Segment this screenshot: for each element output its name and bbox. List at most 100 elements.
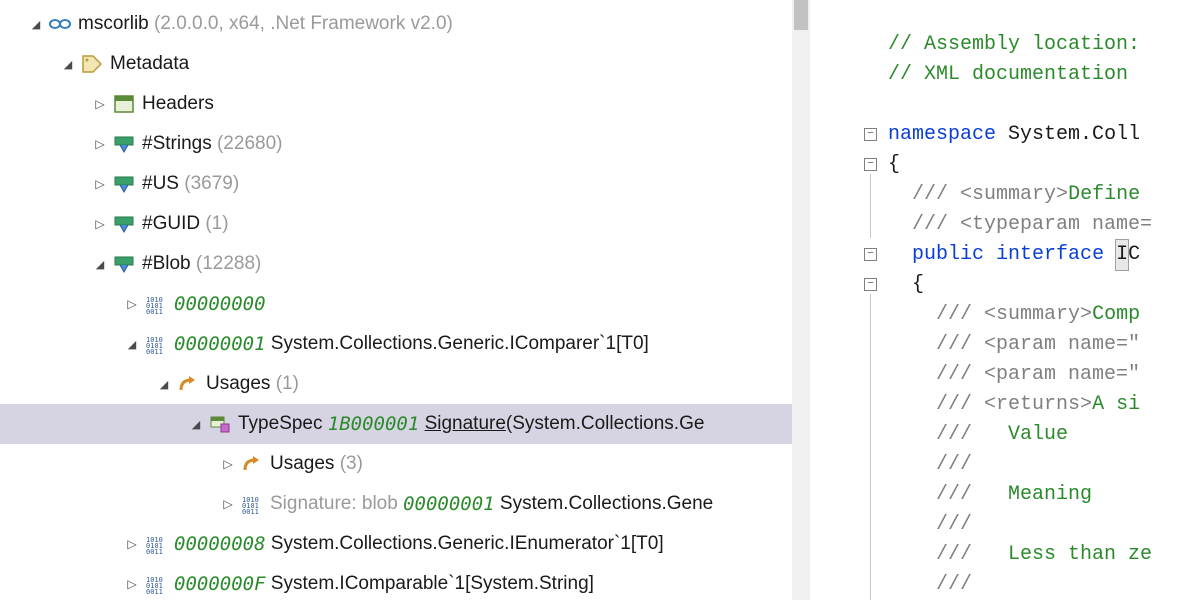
- fold-toggle-icon[interactable]: −: [864, 158, 877, 171]
- blob-address: 00000000: [174, 293, 266, 315]
- xml-doc-text: Define: [1068, 183, 1140, 206]
- code-brace: {: [888, 153, 900, 176]
- expand-arrow-icon[interactable]: [220, 457, 236, 471]
- expand-arrow-icon[interactable]: [156, 377, 172, 391]
- expand-arrow-icon[interactable]: [28, 17, 44, 31]
- xml-doc: ///: [936, 363, 984, 386]
- expand-arrow-icon[interactable]: [92, 97, 108, 111]
- usages-icon: [240, 453, 264, 475]
- xml-doc-tag: <param name=": [984, 363, 1140, 386]
- code-cursor: I: [1116, 240, 1128, 270]
- tree-row-signature-blob[interactable]: 101001010011 Signature: blob 00000001 Sy…: [0, 484, 810, 524]
- code-comment: // Assembly location:: [888, 33, 1140, 56]
- code-namespace: System.Coll: [1008, 123, 1140, 146]
- expand-arrow-icon[interactable]: [92, 217, 108, 231]
- code-keyword: interface: [996, 243, 1104, 266]
- strings-label: #Strings: [142, 133, 212, 155]
- xml-doc: ///: [936, 333, 984, 356]
- xml-doc-tag: <summary>: [984, 303, 1092, 326]
- typespec-signature-link[interactable]: Signature: [425, 413, 506, 435]
- stream-icon: [112, 213, 136, 235]
- headers-label: Headers: [142, 93, 214, 115]
- code-editor[interactable]: − − − − // Assembly location: // XML doc…: [860, 0, 1200, 600]
- expand-arrow-icon[interactable]: [124, 577, 140, 591]
- xml-doc: ///: [936, 453, 972, 476]
- stream-icon: [112, 253, 136, 275]
- tree-row-headers[interactable]: Headers: [0, 84, 810, 124]
- typespec-prefix: TypeSpec: [238, 413, 323, 435]
- binary-icon: 101001010011: [144, 293, 168, 315]
- expand-arrow-icon[interactable]: [220, 497, 236, 511]
- expand-arrow-icon[interactable]: [60, 57, 76, 71]
- fold-toggle-icon[interactable]: −: [864, 128, 877, 141]
- tree-row-guid[interactable]: #GUID (1): [0, 204, 810, 244]
- signature-prefix: Signature: blob: [270, 493, 398, 515]
- strings-count: (22680): [217, 133, 283, 155]
- tree-row-metadata[interactable]: Metadata: [0, 44, 810, 84]
- stream-icon: [112, 173, 136, 195]
- blob-address: 0000000F: [174, 573, 266, 595]
- header-icon: [112, 93, 136, 115]
- usages-count: (1): [276, 373, 299, 395]
- svg-text:0011: 0011: [146, 348, 163, 354]
- xml-doc-text: Value: [1008, 423, 1068, 446]
- binary-icon: 101001010011: [144, 533, 168, 555]
- blob-address: 00000008: [174, 533, 266, 555]
- binary-icon: 101001010011: [144, 573, 168, 595]
- tree-row-blob-item[interactable]: 101001010011 00000008 System.Collections…: [0, 524, 810, 564]
- stream-icon: [112, 133, 136, 155]
- usages-label: Usages: [206, 373, 270, 395]
- fold-toggle-icon[interactable]: −: [864, 278, 877, 291]
- expand-arrow-icon[interactable]: [92, 257, 108, 271]
- tree-row-typespec[interactable]: TypeSpec 1B000001 Signature (System.Coll…: [0, 404, 810, 444]
- expand-arrow-icon[interactable]: [92, 177, 108, 191]
- tree-row-usages[interactable]: Usages (3): [0, 444, 810, 484]
- expand-arrow-icon[interactable]: [188, 417, 204, 431]
- tree-row-blob[interactable]: #Blob (12288): [0, 244, 810, 284]
- pane-divider[interactable]: [810, 0, 860, 600]
- xml-doc: ///: [936, 483, 1008, 506]
- scrollbar-thumb[interactable]: [794, 0, 808, 30]
- expand-arrow-icon[interactable]: [124, 537, 140, 551]
- vertical-scrollbar[interactable]: [792, 0, 810, 600]
- tree-pane[interactable]: mscorlib (2.0.0.0, x64, .Net Framework v…: [0, 0, 810, 600]
- fold-line: [870, 294, 871, 600]
- code-identifier: C: [1128, 243, 1140, 266]
- usages-label: Usages: [270, 453, 334, 475]
- xml-doc: ///: [912, 213, 960, 236]
- guid-count: (1): [205, 213, 228, 235]
- assembly-detail: (2.0.0.0, x64, .Net Framework v2.0): [154, 13, 453, 35]
- expand-arrow-icon[interactable]: [92, 137, 108, 151]
- svg-text:0011: 0011: [242, 508, 259, 514]
- tree-row-us[interactable]: #US (3679): [0, 164, 810, 204]
- tree-row-blob-item[interactable]: 101001010011 0000000F System.IComparable…: [0, 564, 810, 600]
- tree-row-blob-item[interactable]: 101001010011 00000000: [0, 284, 810, 324]
- xml-doc: ///: [936, 513, 972, 536]
- assembly-link-icon: [48, 13, 72, 35]
- blob-label: #Blob: [142, 253, 191, 275]
- xml-doc: ///: [912, 183, 960, 206]
- tree-row-strings[interactable]: #Strings (22680): [0, 124, 810, 164]
- xml-doc-text: A si: [1092, 393, 1140, 416]
- binary-icon: 101001010011: [240, 493, 264, 515]
- tree-row-usages[interactable]: Usages (1): [0, 364, 810, 404]
- svg-text:0011: 0011: [146, 588, 163, 594]
- xml-doc: ///: [936, 573, 972, 596]
- tree-row-blob-item[interactable]: 101001010011 00000001 System.Collections…: [0, 324, 810, 364]
- typespec-signature-tail: (System.Collections.Ge: [506, 413, 705, 435]
- xml-doc-text: Meaning: [1008, 483, 1092, 506]
- signature-tail: System.Collections.Gene: [500, 493, 713, 515]
- code-comment: // XML documentation: [888, 63, 1140, 86]
- metadata-label: Metadata: [110, 53, 189, 75]
- fold-toggle-icon[interactable]: −: [864, 248, 877, 261]
- code-keyword: public: [912, 243, 984, 266]
- us-label: #US: [142, 173, 179, 195]
- typespec-id: 1B000001: [328, 413, 420, 435]
- xml-doc: ///: [936, 423, 1008, 446]
- usages-count: (3): [340, 453, 363, 475]
- expand-arrow-icon[interactable]: [124, 297, 140, 311]
- expand-arrow-icon[interactable]: [124, 337, 140, 351]
- us-count: (3679): [184, 173, 239, 195]
- tag-icon: [80, 53, 104, 75]
- tree-row-assembly[interactable]: mscorlib (2.0.0.0, x64, .Net Framework v…: [0, 4, 810, 44]
